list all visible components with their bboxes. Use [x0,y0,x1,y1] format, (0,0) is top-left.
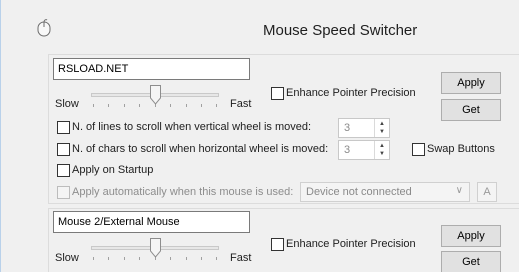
apply-on-startup-checkbox[interactable] [57,164,70,177]
enhance-precision-checkbox[interactable] [271,87,284,100]
chevron-up-icon[interactable]: ▲ [379,142,385,150]
slow-label: Slow [55,98,79,110]
slider-thumb[interactable] [150,238,161,258]
window-title: Mouse Speed Switcher [263,22,418,39]
slow-label: Slow [55,252,79,264]
slider-tick [186,257,187,260]
stepper-arrows[interactable]: ▲ ▼ [374,119,389,137]
horizontal-scroll-label: N. of chars to scroll when horizontal wh… [72,143,329,155]
slider-tick [170,257,171,260]
slider-tick [186,104,187,107]
slider-tick [170,104,171,107]
chevron-down-icon: ∨ [455,185,463,196]
slider-tick [108,257,109,260]
fast-label: Fast [230,252,252,264]
horizontal-scroll-checkbox[interactable] [57,143,70,156]
get-button[interactable]: Get [441,99,501,121]
apply-button[interactable]: Apply [441,225,501,247]
slider-tick [124,257,125,260]
vertical-scroll-label: N. of lines to scroll when vertical whee… [72,121,312,133]
device-detect-button[interactable]: A [477,182,497,202]
app-window: Mouse Speed Switcher Slow Fast Enhance P… [0,0,519,272]
enhance-precision-label: Enhance Pointer Precision [286,87,416,99]
device-select-value: Device not connected [306,186,412,198]
mouse-profile-1: Slow Fast Enhance Pointer Precision Appl… [48,54,519,204]
apply-button[interactable]: Apply [441,72,501,94]
fast-label: Fast [230,98,252,110]
vertical-scroll-checkbox[interactable] [57,121,70,134]
slider-tick [108,104,109,107]
slider-tick [201,104,202,107]
auto-apply-checkbox[interactable] [57,186,70,199]
get-button[interactable]: Get [441,251,501,272]
mouse-name-input[interactable] [53,58,250,80]
horizontal-chars-value: 3 [344,144,351,156]
device-select[interactable]: Device not connected ∨ [300,182,470,202]
mouse-profile-2: Slow Fast Enhance Pointer Precision Appl… [48,208,519,272]
slider-tick [93,257,94,260]
swap-buttons-checkbox[interactable] [412,143,425,156]
apply-on-startup-label: Apply on Startup [72,164,154,176]
slider-tick [216,257,217,260]
swap-buttons-label: Swap Buttons [427,143,495,155]
vertical-lines-value: 3 [344,122,351,134]
mouse-name-input[interactable] [53,211,250,233]
enhance-precision-label: Enhance Pointer Precision [286,238,416,250]
chevron-down-icon[interactable]: ▼ [379,150,385,158]
slider-tick [216,104,217,107]
slider-tick [124,104,125,107]
title-bar: Mouse Speed Switcher [1,0,519,49]
enhance-precision-checkbox[interactable] [271,238,284,251]
slider-thumb[interactable] [150,85,161,105]
horizontal-chars-stepper[interactable]: 3 ▲ ▼ [338,140,390,160]
slider-tick [139,104,140,107]
auto-apply-label: Apply automatically when this mouse is u… [72,186,294,198]
slider-tick [93,104,94,107]
speed-slider[interactable] [91,238,219,266]
mouse-icon [37,19,51,37]
chevron-down-icon[interactable]: ▼ [379,128,385,136]
stepper-arrows[interactable]: ▲ ▼ [374,141,389,159]
slider-tick [139,257,140,260]
vertical-lines-stepper[interactable]: 3 ▲ ▼ [338,118,390,138]
speed-slider[interactable] [91,85,219,113]
slider-tick [201,257,202,260]
chevron-up-icon[interactable]: ▲ [379,120,385,128]
